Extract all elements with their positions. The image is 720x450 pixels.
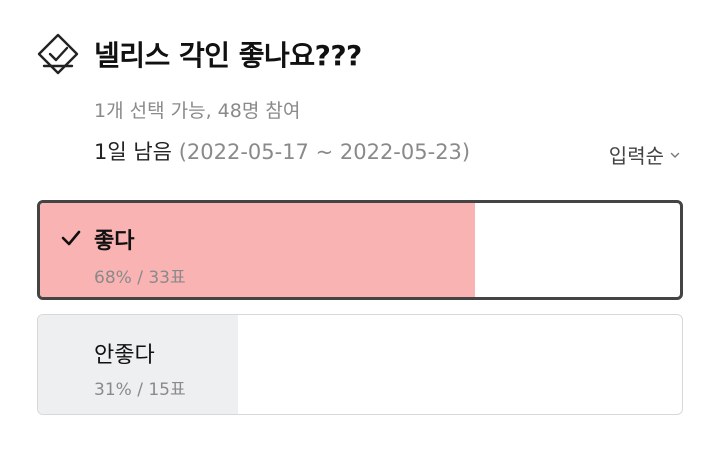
poll-title: 넬리스 각인 좋나요??? [94,39,362,72]
option-label: 안좋다 [94,343,155,368]
poll-header: 넬리스 각인 좋나요??? [36,33,362,75]
option-stats: 31% / 15표 [94,380,186,400]
option-label: 좋다 [94,229,135,254]
deadline-remaining: 1일 남음 [94,140,172,164]
poll-option[interactable]: 안좋다 31% / 15표 [37,314,683,415]
ballot-check-icon [37,33,79,75]
check-icon [61,230,81,246]
option-stats: 68% / 33표 [94,268,186,288]
chevron-down-icon [670,152,680,158]
sort-dropdown[interactable]: 입력순 [609,140,680,169]
poll-deadline: 1일 남음 (2022-05-17 ~ 2022-05-23) [94,136,470,166]
sort-label: 입력순 [608,144,664,168]
poll-meta: 1개 선택 가능, 48명 참여 [94,100,301,122]
poll-option-selected[interactable]: 좋다 68% / 33표 [37,200,683,300]
poll-card: 넬리스 각인 좋나요??? 1개 선택 가능, 48명 참여 1일 남음 (20… [0,0,720,450]
deadline-range: (2022-05-17 ~ 2022-05-23) [178,140,471,164]
